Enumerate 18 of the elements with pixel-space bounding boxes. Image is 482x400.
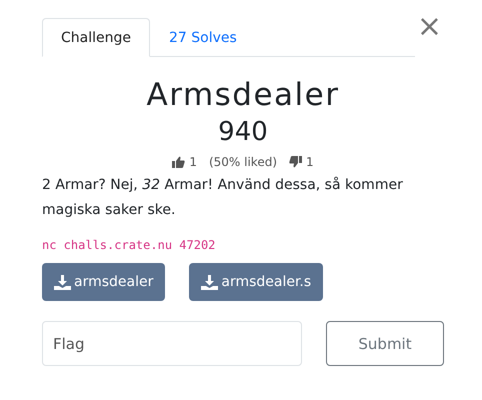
flag-input-field[interactable]: Flag	[42, 321, 302, 366]
challenge-points: 940	[217, 116, 269, 149]
liked-percentage: (50% liked)	[208, 155, 278, 169]
tab[interactable]: 27 Solves	[150, 18, 256, 57]
download-icon	[54, 274, 71, 290]
download-button[interactable]: armsdealer.s	[189, 263, 324, 301]
download-icon	[201, 274, 218, 290]
connection-command: nc challs.crate.nu 47202	[42, 238, 216, 252]
challenge-description: 2 Armar? Nej, 32 Armar! Använd dessa, så kommer magiska saker ske.	[42, 176, 404, 220]
like-count: 1	[189, 155, 197, 169]
download-button[interactable]: armsdealer	[42, 263, 166, 301]
dislike-count: 1	[306, 155, 314, 169]
submit-button[interactable]: Submit	[326, 321, 444, 366]
thumbs-up-icon[interactable]	[172, 156, 186, 168]
challenge-title: Armsdealer	[146, 76, 340, 115]
tab[interactable]: Challenge	[42, 18, 150, 57]
thumbs-down-icon[interactable]	[289, 156, 302, 168]
close-button[interactable]: ×	[414, 12, 444, 42]
